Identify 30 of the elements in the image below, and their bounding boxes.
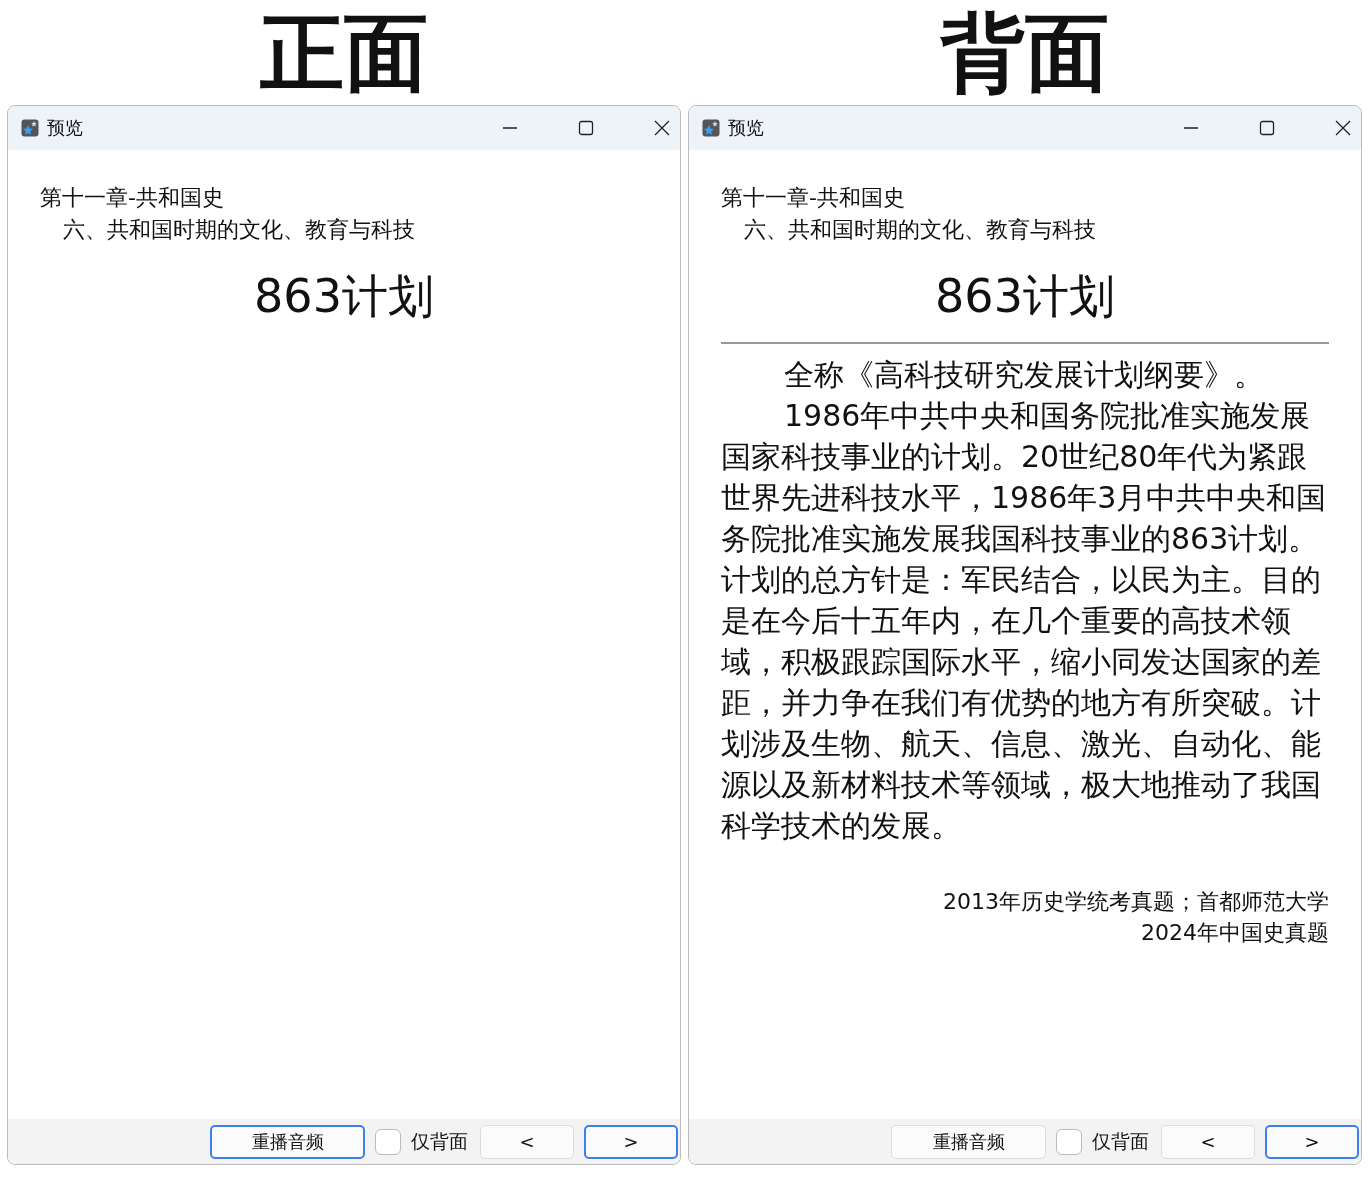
close-icon[interactable]: [1335, 120, 1351, 136]
chapter-text: 第十一章-共和国史: [721, 184, 906, 212]
star-app-icon: [702, 119, 720, 137]
toolbar-button[interactable]: 重播音频: [891, 1124, 1046, 1159]
toolbar-button[interactable]: <: [480, 1124, 574, 1159]
section-text: 六、共和国时期的文化、教育与科技: [743, 216, 1097, 244]
answer-paragraph: 1986年中共中央和国务院批准实施发展国家科技事业的计划。20世纪80年代为紧跟世界先进科技水平，1986年3月中共中央和国务院批准实施发展我国科技事业的863计划。计划的总方针是：军民结合，以民为主。目的是在今后十五年内，在几个重要的高技术领域，积极跟踪国际水平，缩小同发达国家的差距，并力争在我们有优势的地方有所突破。计划涉及生物、航天、信息、激光、自动化、能源以及新材料技术等领域，极大地推动了我国科学技术的发展。: [721, 397, 1328, 845]
answer-paragraph: 全称《高科技研究发展计划纲要》。: [783, 356, 1265, 394]
toolbar-button[interactable]: >: [1265, 1124, 1359, 1159]
window-title: 预览: [47, 116, 83, 140]
toolbar-button[interactable]: >: [584, 1124, 678, 1159]
checkbox-label[interactable]: 仅背面: [411, 1128, 468, 1155]
close-icon[interactable]: [654, 120, 670, 136]
side-heading: 正面: [259, 2, 429, 104]
section-text: 六、共和国时期的文化、教育与科技: [62, 216, 416, 244]
source-text: 2013年历史学统考真题；首都师范大学: [942, 888, 1329, 916]
card-title: 863计划: [934, 268, 1116, 325]
star-app-icon: [21, 119, 39, 137]
checkbox[interactable]: [375, 1128, 401, 1155]
checkbox[interactable]: [1056, 1128, 1082, 1155]
side-heading: 背面: [939, 2, 1110, 104]
chapter-text: 第十一章-共和国史: [40, 184, 225, 212]
toolbar-button[interactable]: 重播音频: [210, 1124, 365, 1159]
card-title: 863计划: [253, 268, 435, 325]
source-text: 2024年中国史真题: [1140, 919, 1329, 947]
window-title: 预览: [728, 116, 764, 140]
maximize-icon[interactable]: [1259, 120, 1275, 136]
toolbar-button[interactable]: <: [1161, 1124, 1255, 1159]
maximize-icon[interactable]: [578, 120, 594, 136]
checkbox-label[interactable]: 仅背面: [1092, 1128, 1149, 1155]
